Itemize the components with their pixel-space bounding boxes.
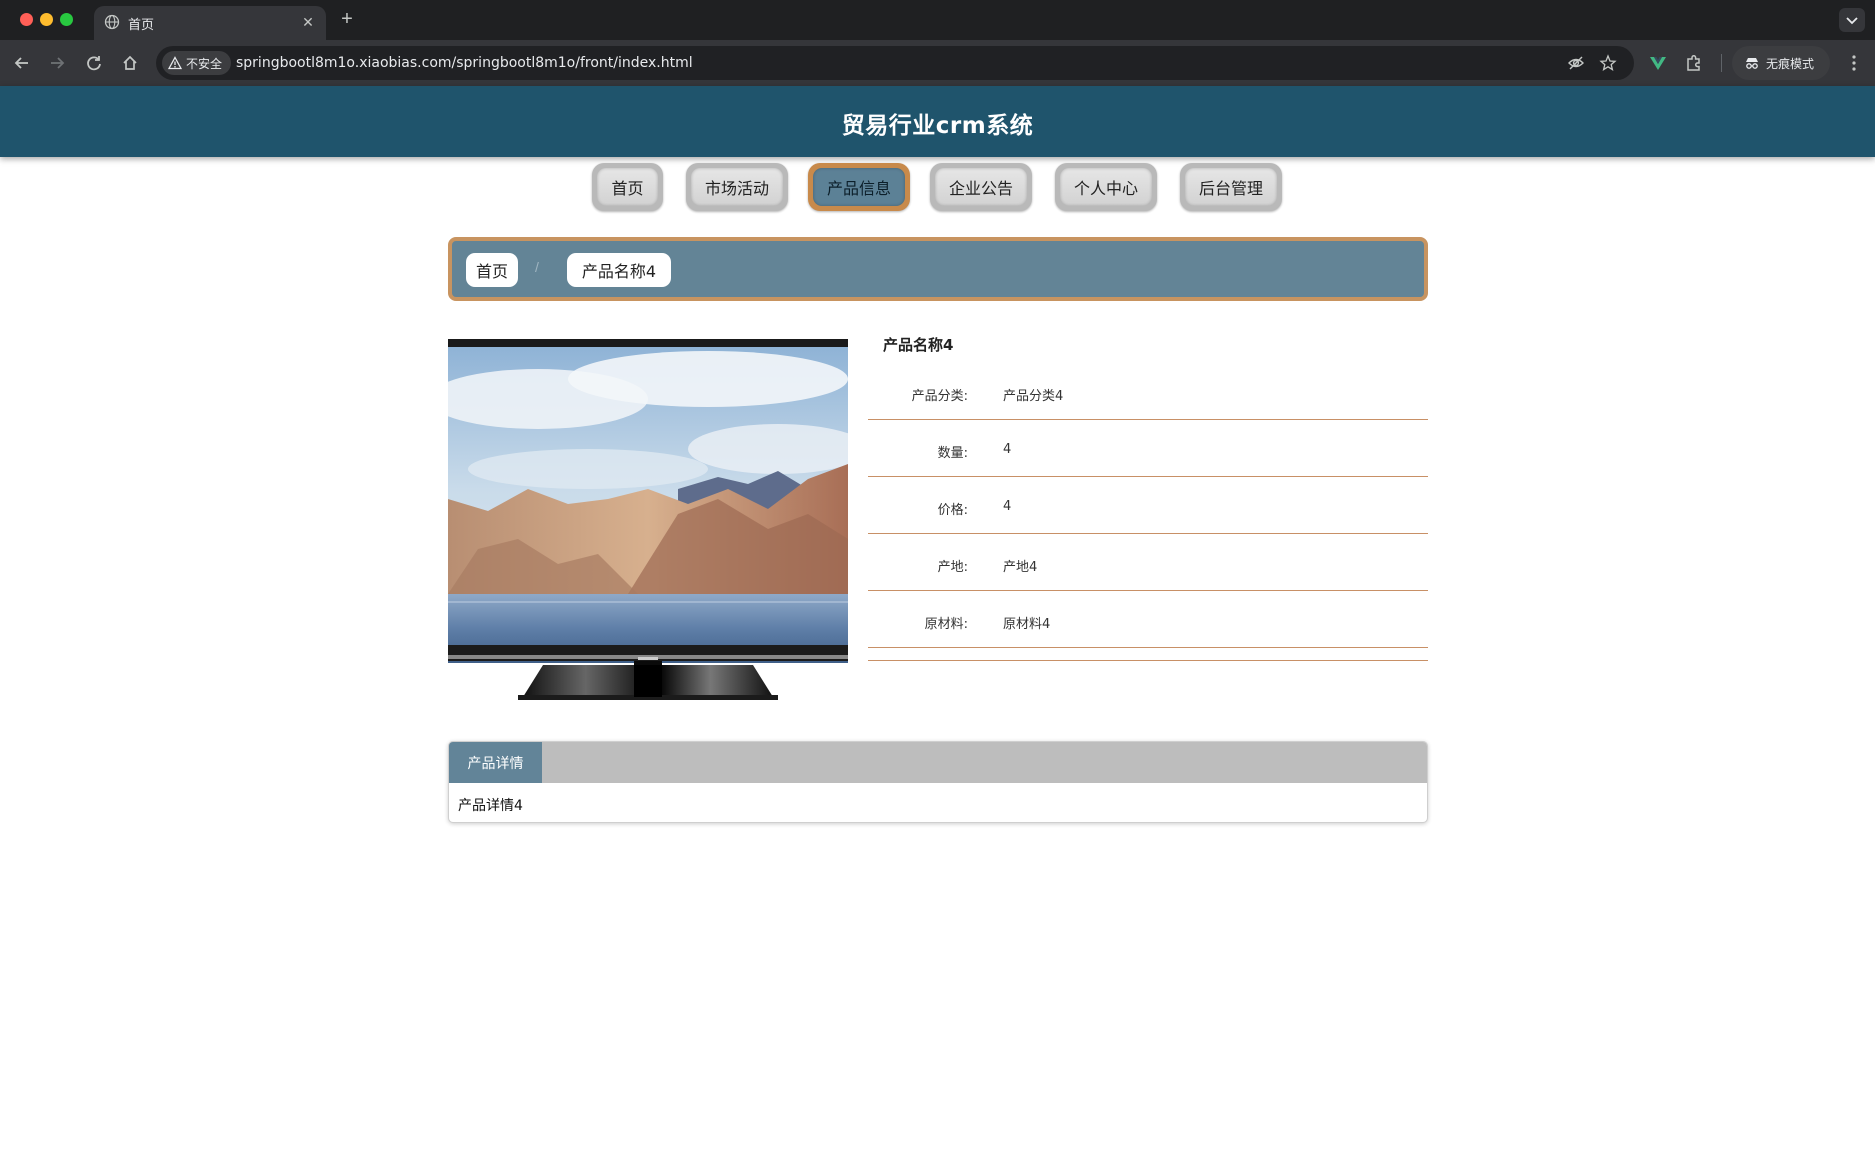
browser-toolbar: 不安全 springbootl8m1o.xiaobias.com/springb… (0, 40, 1875, 86)
new-tab-icon[interactable]: + (336, 8, 358, 30)
globe-icon (104, 14, 120, 30)
nav-item-home[interactable]: 首页 (592, 163, 663, 211)
browser-tab[interactable]: 首页 ✕ (94, 6, 326, 40)
browser-tab-strip: 首页 ✕ + (0, 0, 1875, 40)
window-minimize-button[interactable] (40, 13, 53, 26)
field-value: 原材料4 (1003, 617, 1051, 632)
vue-devtools-icon[interactable] (1647, 52, 1669, 74)
close-tab-icon[interactable]: ✕ (298, 12, 318, 32)
back-arrow-icon[interactable] (11, 52, 33, 74)
incognito-icon (1746, 58, 1758, 69)
nav-item-personal-center[interactable]: 个人中心 (1055, 163, 1157, 211)
bookmark-star-icon[interactable] (1599, 54, 1617, 72)
more-menu-icon[interactable] (1843, 52, 1865, 74)
nav-item-admin[interactable]: 后台管理 (1180, 163, 1282, 211)
window-zoom-button[interactable] (60, 13, 73, 26)
site-header: 贸易行业crm系统 (0, 86, 1875, 157)
product-field-row: 产品分类: 产品分类4 (868, 363, 1428, 420)
field-value: 4 (1003, 499, 1012, 514)
address-bar[interactable]: 不安全 springbootl8m1o.xiaobias.com/springb… (156, 46, 1634, 80)
nav-item-label: 产品信息 (813, 168, 905, 206)
product-name: 产品名称4 (883, 336, 954, 354)
detail-tab-bar: 产品详情 (449, 742, 1427, 783)
product-field-row: 数量: 4 (868, 420, 1428, 477)
browser-tab-title: 首页 (128, 18, 155, 33)
nav-item-label: 企业公告 (935, 168, 1027, 206)
main-nav: 首页 市场活动 产品信息 企业公告 个人中心 后台管理 (0, 163, 1875, 211)
tab-search-button[interactable] (1839, 8, 1865, 32)
detail-content: 产品详情4 (458, 798, 523, 814)
nav-item-product-info[interactable]: 产品信息 (808, 163, 910, 211)
nav-item-announcements[interactable]: 企业公告 (930, 163, 1032, 211)
tv-product-photo (448, 339, 848, 700)
nav-item-label: 后台管理 (1185, 168, 1277, 206)
detail-panel: 产品详情 产品详情4 (448, 741, 1428, 823)
product-field-row: 价格: 4 (868, 477, 1428, 534)
field-label: 产品分类: (911, 389, 968, 404)
field-label: 产地: (937, 560, 968, 575)
warning-icon (168, 56, 182, 70)
security-chip[interactable]: 不安全 (162, 51, 232, 75)
field-value: 产地4 (1003, 560, 1038, 575)
nav-item-label: 个人中心 (1060, 168, 1152, 206)
breadcrumb-home[interactable]: 首页 (466, 253, 518, 287)
window-close-button[interactable] (20, 13, 33, 26)
divider (868, 660, 1428, 661)
reload-icon[interactable] (83, 52, 105, 74)
eye-off-icon[interactable] (1567, 54, 1585, 72)
product-field-row: 原材料: 原材料4 (868, 591, 1428, 648)
field-label: 原材料: (924, 617, 968, 632)
toolbar-divider (1721, 54, 1722, 72)
field-label: 价格: (937, 503, 968, 518)
chevron-down-icon (1846, 17, 1858, 25)
site-title: 贸易行业crm系统 (841, 113, 1034, 139)
incognito-chip[interactable]: 无痕模式 (1732, 46, 1830, 80)
breadcrumb: 首页 / 产品名称4 (448, 237, 1428, 301)
nav-item-label: 市场活动 (691, 168, 783, 206)
product-field-row: 产地: 产地4 (868, 534, 1428, 591)
breadcrumb-current: 产品名称4 (567, 253, 671, 287)
extensions-puzzle-icon[interactable] (1683, 52, 1705, 74)
product-image (448, 339, 848, 701)
field-label: 数量: (937, 446, 968, 461)
home-icon[interactable] (119, 52, 141, 74)
nav-item-market-activities[interactable]: 市场活动 (686, 163, 788, 211)
field-value: 产品分类4 (1003, 389, 1064, 404)
forward-arrow-icon[interactable] (46, 52, 68, 74)
field-value: 4 (1003, 442, 1012, 457)
url-text[interactable]: springbootl8m1o.xiaobias.com/springbootl… (236, 55, 693, 71)
incognito-label: 无痕模式 (1766, 56, 1815, 71)
breadcrumb-separator: / (535, 259, 539, 275)
security-label: 不安全 (186, 56, 223, 71)
tab-product-details[interactable]: 产品详情 (449, 742, 542, 783)
nav-item-label: 首页 (597, 168, 658, 206)
